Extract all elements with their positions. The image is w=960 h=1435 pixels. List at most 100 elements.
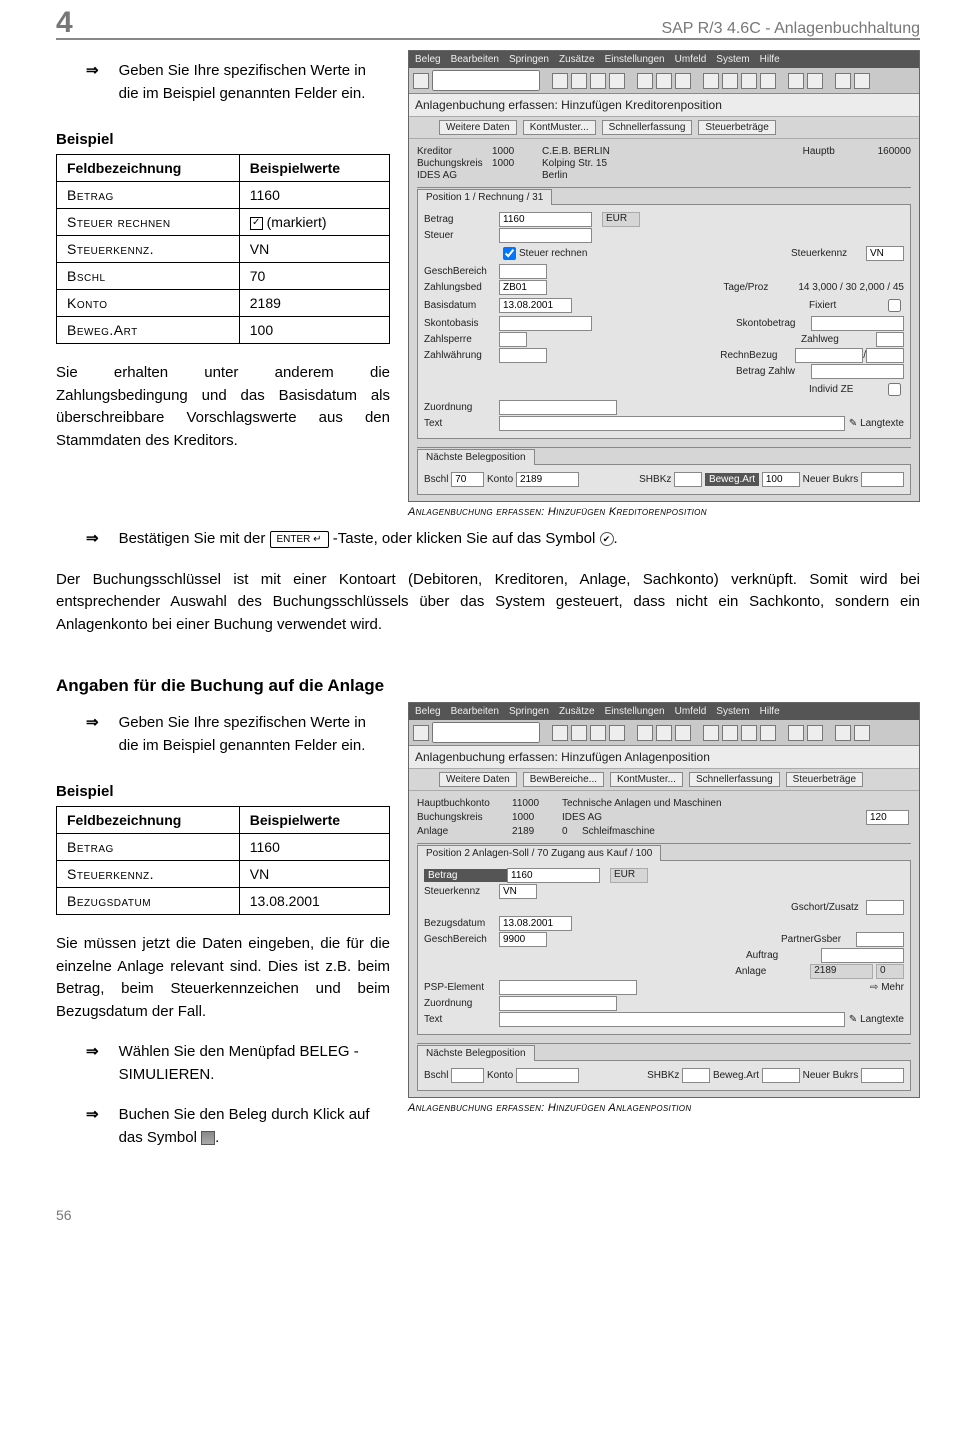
prevpage-icon[interactable] bbox=[722, 725, 738, 741]
findnext-icon[interactable] bbox=[675, 73, 691, 89]
input-basisdatum[interactable] bbox=[499, 298, 572, 313]
schnellerfassung-button[interactable]: Schnellerfassung bbox=[602, 120, 693, 135]
nextpage-icon[interactable] bbox=[741, 73, 757, 89]
input-zahlsperre[interactable] bbox=[499, 332, 527, 347]
sap2-menu[interactable]: Beleg Bearbeiten Springen Zusätze Einste… bbox=[409, 703, 919, 720]
newsession-icon[interactable] bbox=[788, 725, 804, 741]
exit-icon[interactable] bbox=[590, 725, 606, 741]
input-konto2[interactable] bbox=[516, 1068, 579, 1083]
print-icon[interactable] bbox=[637, 73, 653, 89]
prevpage-icon[interactable] bbox=[722, 73, 738, 89]
input-neuerbukrs[interactable] bbox=[861, 472, 904, 487]
firstpage-icon[interactable] bbox=[703, 725, 719, 741]
menu-beleg[interactable]: Beleg bbox=[415, 54, 441, 65]
find-icon[interactable] bbox=[656, 73, 672, 89]
input-neuerbukrs2[interactable] bbox=[861, 1068, 904, 1083]
menu-umfeld[interactable]: Umfeld bbox=[675, 54, 707, 65]
menu-zusaetze[interactable]: Zusätze bbox=[559, 706, 595, 717]
back-icon[interactable] bbox=[571, 73, 587, 89]
menu-einstellungen[interactable]: Einstellungen bbox=[605, 54, 665, 65]
shortcut-icon[interactable] bbox=[807, 73, 823, 89]
print-icon[interactable] bbox=[637, 725, 653, 741]
layout-icon[interactable] bbox=[854, 725, 870, 741]
input-text[interactable] bbox=[499, 416, 845, 431]
input-geschbereich2[interactable] bbox=[499, 932, 547, 947]
langtexte-button[interactable]: ✎ Langtexte bbox=[849, 418, 904, 429]
langtexte-button2[interactable]: ✎ Langtexte bbox=[849, 1014, 904, 1025]
input-rechnbezug2[interactable] bbox=[866, 348, 904, 363]
checkbox-steuer-rechnen[interactable] bbox=[503, 247, 516, 260]
input-betragzahlw[interactable] bbox=[811, 364, 904, 379]
input-skontobasis[interactable] bbox=[499, 316, 592, 331]
find-icon[interactable] bbox=[656, 725, 672, 741]
newsession-icon[interactable] bbox=[788, 73, 804, 89]
input-zahlwaehrung[interactable] bbox=[499, 348, 547, 363]
back-icon[interactable] bbox=[571, 725, 587, 741]
input-text2[interactable] bbox=[499, 1012, 845, 1027]
input-bschl[interactable] bbox=[451, 472, 484, 487]
input-konto[interactable] bbox=[516, 472, 579, 487]
menu-hilfe[interactable]: Hilfe bbox=[760, 706, 780, 717]
input-partnergsber[interactable] bbox=[856, 932, 904, 947]
input-zuordnung2[interactable] bbox=[499, 996, 617, 1011]
checkbox-individze[interactable] bbox=[888, 383, 901, 396]
input-bewegart[interactable] bbox=[762, 472, 800, 487]
menu-bearbeiten[interactable]: Bearbeiten bbox=[451, 54, 499, 65]
input-zahlungsbed[interactable] bbox=[499, 280, 547, 295]
weitere-daten-button[interactable]: Weitere Daten bbox=[439, 120, 517, 135]
steuerbetraege-button[interactable]: Steuerbeträge bbox=[698, 120, 775, 135]
enter-icon[interactable] bbox=[413, 73, 429, 89]
layout-icon[interactable] bbox=[854, 73, 870, 89]
menu-beleg[interactable]: Beleg bbox=[415, 706, 441, 717]
help-icon[interactable] bbox=[835, 73, 851, 89]
findnext-icon[interactable] bbox=[675, 725, 691, 741]
input-shbkz[interactable] bbox=[674, 472, 702, 487]
firstpage-icon[interactable] bbox=[703, 73, 719, 89]
input-betrag[interactable] bbox=[499, 212, 592, 227]
save-icon[interactable] bbox=[552, 73, 568, 89]
input-rechnbezug[interactable] bbox=[795, 348, 863, 363]
schnellerfassung-button[interactable]: Schnellerfassung bbox=[689, 772, 780, 787]
input-steuerkennz[interactable] bbox=[866, 246, 904, 261]
weitere-daten-button[interactable]: Weitere Daten bbox=[439, 772, 517, 787]
nextpage-icon[interactable] bbox=[741, 725, 757, 741]
exit-icon[interactable] bbox=[590, 73, 606, 89]
input-betrag2[interactable] bbox=[507, 868, 600, 883]
sap2-next-tab[interactable]: Nächste Belegposition bbox=[417, 1045, 535, 1061]
save-icon[interactable] bbox=[552, 725, 568, 741]
input-bewegart2[interactable] bbox=[762, 1068, 800, 1083]
mehr-button[interactable]: ⇨ Mehr bbox=[870, 982, 904, 993]
kontmuster-button[interactable]: KontMuster... bbox=[610, 772, 683, 787]
help-icon[interactable] bbox=[835, 725, 851, 741]
cancel-icon[interactable] bbox=[609, 725, 625, 741]
menu-einstellungen[interactable]: Einstellungen bbox=[605, 706, 665, 717]
input-auftrag[interactable] bbox=[821, 948, 904, 963]
command-field[interactable] bbox=[432, 70, 540, 91]
menu-zusaetze[interactable]: Zusätze bbox=[559, 54, 595, 65]
menu-system[interactable]: System bbox=[716, 706, 749, 717]
sap1-next-tab[interactable]: Nächste Belegposition bbox=[417, 449, 535, 465]
sap1-menu[interactable]: Beleg Bearbeiten Springen Zusätze Einste… bbox=[409, 51, 919, 68]
sap2-tab[interactable]: Position 2 Anlagen-Soll / 70 Zugang aus … bbox=[417, 845, 661, 861]
shortcut-icon[interactable] bbox=[807, 725, 823, 741]
input-skontobetrag[interactable] bbox=[811, 316, 904, 331]
checkbox-fixiert[interactable] bbox=[888, 299, 901, 312]
input-steuer[interactable] bbox=[499, 228, 592, 243]
input-gschort[interactable] bbox=[866, 900, 904, 915]
sap1-tab[interactable]: Position 1 / Rechnung / 31 bbox=[417, 189, 552, 205]
input-zuordnung[interactable] bbox=[499, 400, 617, 415]
bewbereiche-button[interactable]: BewBereiche... bbox=[523, 772, 604, 787]
steuerbetraege-button[interactable]: Steuerbeträge bbox=[786, 772, 863, 787]
input-psp[interactable] bbox=[499, 980, 637, 995]
input-bschl2[interactable] bbox=[451, 1068, 484, 1083]
menu-springen[interactable]: Springen bbox=[509, 706, 549, 717]
input-bezugsdatum[interactable] bbox=[499, 916, 572, 931]
menu-umfeld[interactable]: Umfeld bbox=[675, 706, 707, 717]
command-field[interactable] bbox=[432, 722, 540, 743]
input-extra[interactable] bbox=[866, 810, 909, 825]
input-steuerkennz2[interactable] bbox=[499, 884, 537, 899]
menu-hilfe[interactable]: Hilfe bbox=[760, 54, 780, 65]
menu-springen[interactable]: Springen bbox=[509, 54, 549, 65]
menu-bearbeiten[interactable]: Bearbeiten bbox=[451, 706, 499, 717]
kontmuster-button[interactable]: KontMuster... bbox=[523, 120, 596, 135]
